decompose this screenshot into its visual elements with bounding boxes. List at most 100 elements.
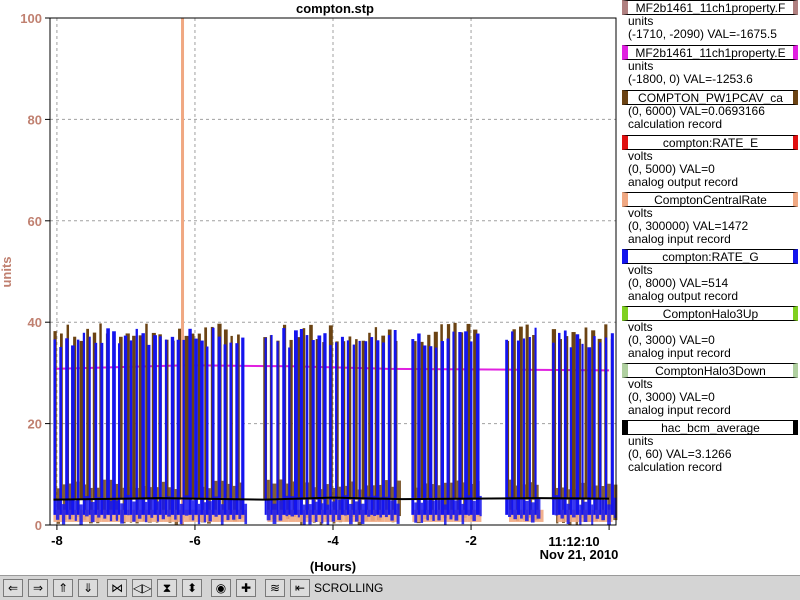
pulse-base-mark xyxy=(115,500,118,521)
pulse-mark xyxy=(164,339,168,515)
legend-item[interactable]: hac_bcm_average units (0, 60) VAL=3.1266 ca… xyxy=(622,420,800,477)
pulse-mark xyxy=(223,344,227,515)
pulse-base-mark xyxy=(607,504,611,525)
pulse-mark xyxy=(129,340,133,515)
scroll-toggle-button[interactable]: ⇤ xyxy=(290,579,310,597)
legend-pv-name[interactable]: ComptonCentralRate xyxy=(622,192,798,207)
legend-pv-name[interactable]: ComptonHalo3Up xyxy=(622,306,798,321)
add-pv-button[interactable]: ✚ xyxy=(236,579,256,597)
legend-item[interactable]: compton:RATE_E volts (0, 5000) VAL=0 analog… xyxy=(622,135,800,192)
pulse-mark xyxy=(417,333,421,515)
pulse-mark xyxy=(581,343,584,515)
legend-info-line: (-1800, 0) VAL=-1253.6 xyxy=(628,72,753,86)
compress-y-button[interactable]: ⧗ xyxy=(157,579,177,597)
pulse-mark xyxy=(79,340,84,500)
pulse-base-mark xyxy=(337,499,341,520)
pulse-mark xyxy=(112,331,116,515)
pulse-mark xyxy=(211,327,215,515)
legend-item[interactable]: COMPTON_PW1PCAV_ca (0, 6000) VAL=0.069316… xyxy=(622,90,800,135)
pulse-mark xyxy=(440,341,445,515)
legend-info-line: (-1710, -2090) VAL=-1675.5 xyxy=(628,27,777,41)
pulse-base-mark xyxy=(297,497,300,518)
pulse-base-mark xyxy=(414,502,418,523)
pulse-mark xyxy=(282,328,286,515)
pulse-mark xyxy=(170,336,175,515)
legend-pv-name[interactable]: compton:RATE_G xyxy=(622,249,798,264)
pulse-mark xyxy=(205,346,209,515)
pulse-mark xyxy=(159,336,162,515)
pulse-mark xyxy=(176,339,180,515)
pulse-base-mark xyxy=(97,497,101,518)
pulse-base-mark xyxy=(278,500,283,521)
legend-info-line: analog input record xyxy=(628,346,731,360)
y-tick-label: 80 xyxy=(28,112,42,127)
legend-item[interactable]: MF2b1461_11ch1property.F units (-1710, -20… xyxy=(622,0,800,45)
legend-item[interactable]: ComptonCentralRate volts (0, 300000) VAL=1… xyxy=(622,192,800,249)
pulse-base-mark xyxy=(595,498,600,519)
pulse-base-mark xyxy=(120,503,124,524)
legend-pv-name[interactable]: ComptonHalo3Down xyxy=(622,363,798,378)
pulse-base-mark xyxy=(354,501,359,522)
scroll-down-button[interactable]: ⇓ xyxy=(78,579,98,597)
scroll-up-button[interactable]: ⇑ xyxy=(53,579,73,597)
pulse-mark xyxy=(364,341,368,515)
pulse-base-mark xyxy=(326,504,330,525)
pulse-base-mark xyxy=(197,503,201,525)
pulse-mark xyxy=(528,337,531,515)
pulse-mark xyxy=(323,333,327,515)
pulse-mark xyxy=(184,335,189,500)
pulse-base-mark xyxy=(472,500,476,522)
pulse-base-mark xyxy=(572,497,576,518)
pulse-base-mark xyxy=(74,500,77,521)
legend-pv-name[interactable]: compton:RATE_E xyxy=(622,135,798,150)
scroll-left-button[interactable]: ⇐ xyxy=(3,579,23,597)
pulse-base-mark xyxy=(156,501,160,522)
pulse-mark xyxy=(123,335,128,515)
pulse-mark xyxy=(200,340,204,515)
pulse-base-mark xyxy=(566,503,570,525)
scroll-right-button[interactable]: ⇒ xyxy=(28,579,48,597)
pulse-mark xyxy=(229,342,233,515)
y-tick-label: 0 xyxy=(35,518,42,533)
zoom-button[interactable]: ◉ xyxy=(211,579,231,597)
pulse-base-mark xyxy=(444,504,447,525)
compress-x-button[interactable]: ⋈ xyxy=(107,579,127,597)
pulse-mark xyxy=(563,330,567,515)
legend-pv-name[interactable]: MF2b1461_11ch1property.E xyxy=(622,45,798,60)
pulse-base-mark xyxy=(530,502,535,523)
legend-item[interactable]: ComptonHalo3Down volts (0, 3000) VAL=0 anal… xyxy=(622,363,800,420)
pulse-mark xyxy=(335,342,338,515)
legend-pv-name[interactable]: hac_bcm_average xyxy=(622,420,798,435)
pulse-mark xyxy=(470,341,473,515)
pulse-base-mark xyxy=(349,503,353,525)
pulse-mark xyxy=(59,346,62,515)
legend-pv-name[interactable]: MF2b1461_11ch1property.F xyxy=(622,0,798,15)
pulse-base-mark xyxy=(144,501,148,523)
pulse-mark xyxy=(65,338,69,515)
auto-scale-button[interactable]: ≋ xyxy=(265,579,285,597)
x-tick-label: -6 xyxy=(189,533,201,548)
pulse-mark xyxy=(311,340,315,515)
y-tick-label: 40 xyxy=(28,315,42,330)
pulse-base-mark xyxy=(272,503,277,524)
pulse-base-mark xyxy=(583,501,588,523)
legend-item[interactable]: compton:RATE_G volts (0, 8000) VAL=514 anal… xyxy=(622,249,800,306)
pulse-mark xyxy=(414,341,417,500)
legend-pv-name[interactable]: COMPTON_PW1PCAV_ca xyxy=(622,90,798,105)
pulse-mark xyxy=(135,328,138,515)
pulse-base-mark xyxy=(55,499,60,520)
pulse-mark xyxy=(355,339,358,500)
expand-x-button[interactable]: ◁▷ xyxy=(132,579,152,597)
legend-item[interactable]: MF2b1461_11ch1property.E units (-1800, 0) … xyxy=(622,45,800,90)
pulse-mark xyxy=(241,337,245,515)
expand-y-button[interactable]: ⬍ xyxy=(182,579,202,597)
pulse-base-mark xyxy=(68,499,72,520)
legend-item[interactable]: ComptonHalo3Up volts (0, 3000) VAL=0 analog… xyxy=(622,306,800,363)
pulse-base-mark xyxy=(132,501,136,522)
pulse-base-mark xyxy=(232,499,236,520)
pulse-mark xyxy=(423,345,427,515)
pulse-base-mark xyxy=(302,504,306,525)
x-tick-label: -2 xyxy=(465,533,477,548)
pulse-mark xyxy=(346,340,350,515)
pulse-base-mark xyxy=(109,500,113,522)
